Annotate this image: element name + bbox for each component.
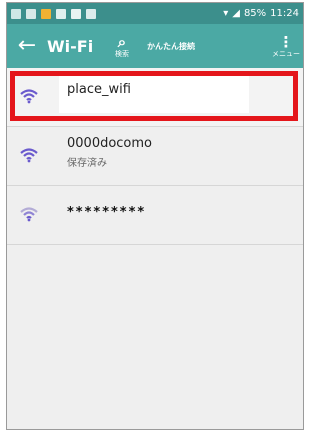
network-ssid: 0000docomo <box>67 136 153 151</box>
wifi-network-row[interactable]: 0000docomo 保存済み <box>7 127 303 186</box>
page-title: Wi-Fi <box>47 36 94 56</box>
network-ssid: ********* <box>67 205 147 220</box>
network-ssid: place_wifi <box>67 82 131 97</box>
search-button[interactable]: ⌕ 検索 <box>115 24 129 68</box>
clock: 11:24 <box>270 8 299 19</box>
back-arrow-icon[interactable]: ← <box>7 24 47 68</box>
more-vert-icon: ⋮ <box>278 33 294 51</box>
wifi-network-row[interactable]: ********* <box>7 186 303 245</box>
notification-icon <box>71 8 81 19</box>
wifi-signal-icon <box>20 207 38 222</box>
battery-text: 85% <box>243 8 267 19</box>
notification-icon <box>41 8 51 19</box>
menu-label: メニュー <box>272 50 300 58</box>
status-bar: ▾ ◢ 85% 11:24 <box>7 3 303 24</box>
wifi-signal-icon <box>20 89 38 104</box>
wifi-network-list: place_wifi 0000docomo 保存済み ********* <box>7 68 303 245</box>
notification-icon <box>56 8 66 19</box>
app-bar: ← Wi-Fi ⌕ 検索 かんたん接続 ⋮ メニュー <box>7 24 303 68</box>
notification-icon <box>26 8 36 19</box>
phone-screen: ▾ ◢ 85% 11:24 ← Wi-Fi ⌕ 検索 かんたん接続 ⋮ メニュー <box>6 2 304 430</box>
easy-connect-button[interactable]: かんたん接続 <box>147 41 203 52</box>
search-label: 検索 <box>115 50 129 58</box>
wifi-signal-icon <box>20 148 38 163</box>
signal-icon: ◢ <box>232 8 240 19</box>
menu-button[interactable]: ⋮ メニュー <box>269 24 303 68</box>
notification-icon <box>11 8 21 19</box>
notification-icon <box>86 8 96 19</box>
network-status: 保存済み <box>67 158 107 169</box>
wifi-network-row[interactable]: place_wifi <box>7 68 303 127</box>
search-icon: ⌕ <box>117 33 127 51</box>
wifi-status-icon: ▾ <box>223 8 229 19</box>
status-right: ▾ ◢ 85% 11:24 <box>223 8 299 19</box>
